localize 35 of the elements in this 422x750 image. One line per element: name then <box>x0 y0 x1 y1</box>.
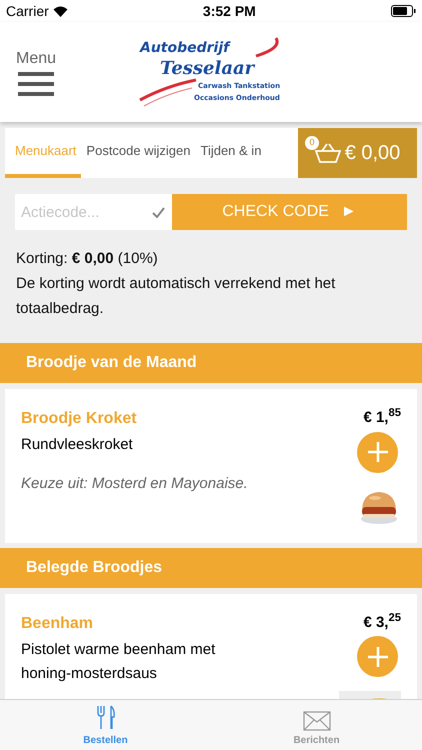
item-note: Keuze uit: Mosterd en Mayonaise. <box>21 474 249 494</box>
item-name: Broodje Kroket <box>21 409 138 429</box>
menu-button[interactable]: Menu <box>16 47 56 97</box>
add-button[interactable] <box>357 636 398 677</box>
discount-text: Korting: € 0,00 (10%) <box>16 249 159 269</box>
cart-count: 0 <box>305 136 319 150</box>
bottom-tab[interactable]: Bestellen <box>0 700 211 750</box>
battery-icon <box>390 5 416 17</box>
item-price: € 1,$^{85}$ <box>363 407 401 428</box>
fork-knife-icon <box>96 705 116 731</box>
discount-note: De korting wordt automatisch verrekend met het totaalbedrag. <box>16 274 336 319</box>
item-description: Rundvleeskroket <box>21 435 134 455</box>
cart-button[interactable]: 0 € 0,00 <box>298 128 417 178</box>
tab[interactable]: Tijden & in <box>195 128 266 178</box>
bottom-tab[interactable]: Berichten <box>211 700 422 750</box>
check-code-button[interactable]: CHECK CODE ► <box>172 194 407 230</box>
status-time: 3:52 PM <box>202 2 256 20</box>
promo-code-field[interactable]: Actiecode... <box>15 194 172 230</box>
section-header: Broodje van de Maand <box>0 343 422 383</box>
plus-icon <box>366 441 388 463</box>
tab[interactable]: Menukaart <box>5 128 82 178</box>
add-button[interactable] <box>357 432 398 472</box>
plus-icon <box>366 646 388 668</box>
check-icon <box>152 207 165 218</box>
wifi-icon <box>52 6 68 16</box>
envelope-icon <box>302 711 330 731</box>
basket-icon <box>314 143 341 163</box>
carrier-name: Carrier <box>6 2 49 20</box>
item-description: Pistolet warme beenham met honing-mosterdsaus <box>21 640 216 684</box>
menu-icon <box>18 71 54 97</box>
cart-total: € 0,00 <box>344 141 400 166</box>
tab[interactable]: Postcode wijzigen <box>81 128 196 178</box>
section-header: Belegde Broodjes <box>0 548 422 588</box>
item-name: Beenham <box>21 614 94 634</box>
item-price: € 3,$^{25}$ <box>363 612 401 632</box>
